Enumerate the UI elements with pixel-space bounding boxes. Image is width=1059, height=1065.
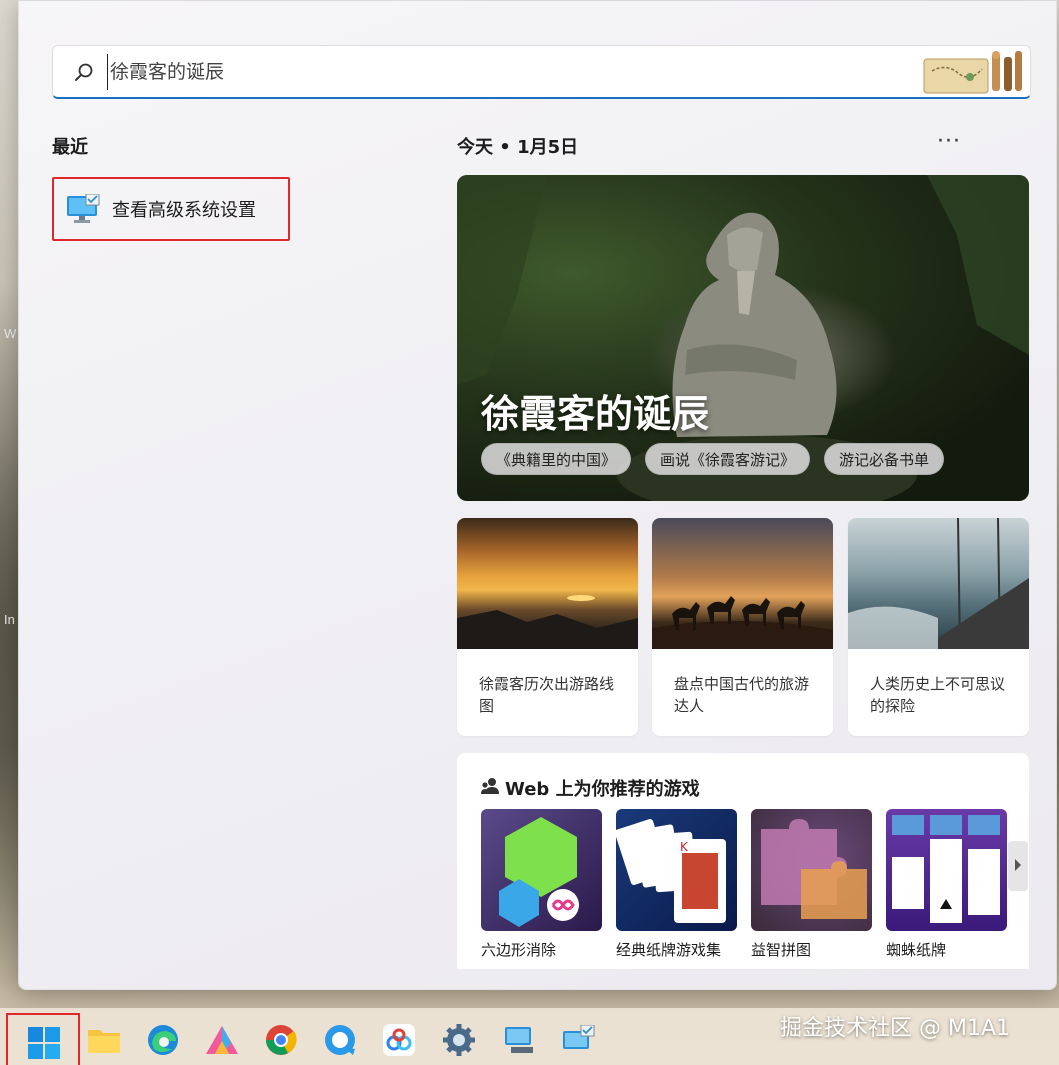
game-name: 蜘蛛纸牌 bbox=[886, 941, 947, 959]
recent-title: 最近 bbox=[52, 137, 88, 158]
today-label: 今天 bbox=[457, 137, 493, 158]
game-tile[interactable]: 六边形消除 bbox=[481, 809, 602, 960]
system-properties-icon[interactable] bbox=[560, 1022, 596, 1058]
spider-solitaire-image bbox=[886, 809, 1007, 931]
card-caption: 人类历史上不可思议的探险 bbox=[870, 675, 1006, 715]
game-tile[interactable]: 益智拼图 bbox=[751, 809, 872, 960]
chrome-icon[interactable] bbox=[263, 1022, 299, 1058]
edge-beta-icon[interactable] bbox=[322, 1022, 358, 1058]
solitaire-game-image: K bbox=[616, 809, 737, 931]
news-card[interactable]: 人类历史上不可思议的探险 bbox=[848, 518, 1029, 736]
hero-chips: 《典籍里的中国》 画说《徐霞客游记》 游记必备书单 bbox=[481, 443, 945, 475]
settings-icon[interactable] bbox=[441, 1022, 477, 1058]
sunset-mountain-image bbox=[457, 518, 638, 649]
card-caption: 徐霞客历次出游路线图 bbox=[479, 675, 615, 715]
file-explorer-icon[interactable] bbox=[86, 1022, 122, 1058]
games-title-text: Web 上为你推荐的游戏 bbox=[505, 779, 700, 800]
news-card[interactable]: 盘点中国古代的旅游达人 bbox=[652, 518, 833, 736]
desktop-edge-text: W bbox=[4, 326, 17, 341]
game-tile[interactable]: 蜘蛛纸牌 bbox=[886, 809, 1007, 960]
desktop-edge-text: In bbox=[4, 612, 15, 627]
more-options-button[interactable]: ··· bbox=[937, 129, 961, 154]
news-card[interactable]: 徐霞客历次出游路线图 bbox=[457, 518, 638, 736]
svg-text:K: K bbox=[680, 840, 689, 854]
edge-icon[interactable] bbox=[145, 1022, 181, 1058]
game-tile[interactable]: K 经典纸牌游戏集 bbox=[616, 809, 737, 960]
start-button[interactable] bbox=[6, 1013, 80, 1065]
hero-chip[interactable]: 画说《徐霞客游记》 bbox=[645, 443, 811, 475]
next-button[interactable] bbox=[1008, 841, 1028, 891]
computer-icon[interactable] bbox=[500, 1022, 536, 1058]
today-header: 今天 • 1月5日 bbox=[457, 133, 578, 159]
today-date: 1月5日 bbox=[517, 137, 579, 158]
start-menu: 最近 查看高级系统设置 今天 • 1月5日 ··· bbox=[18, 0, 1057, 990]
hero-chip[interactable]: 游记必备书单 bbox=[824, 443, 945, 475]
recommended-games-panel: Web 上为你推荐的游戏 六边形消除 K 经典纸牌游戏集 益智拼图 蜘蛛纸牌 bbox=[457, 753, 1029, 969]
search-input[interactable] bbox=[107, 53, 867, 90]
recent-item-label: 查看高级系统设置 bbox=[112, 200, 256, 221]
azure-data-studio-icon[interactable] bbox=[204, 1022, 240, 1058]
sailing-ship-image bbox=[848, 518, 1029, 650]
watermark: 掘金技术社区 @ M1A1 bbox=[780, 1016, 1011, 1041]
search-box[interactable] bbox=[52, 45, 1031, 99]
games-title: Web 上为你推荐的游戏 bbox=[481, 775, 700, 801]
hero-title: 徐霞客的诞辰 bbox=[481, 392, 710, 436]
today-separator: • bbox=[499, 137, 518, 158]
monitor-settings-icon bbox=[66, 193, 100, 224]
baidu-netdisk-icon[interactable] bbox=[381, 1022, 417, 1058]
chevron-right-icon bbox=[1013, 857, 1023, 876]
hero-chip[interactable]: 《典籍里的中国》 bbox=[481, 443, 632, 475]
hexagon-game-image bbox=[481, 809, 602, 931]
game-name: 经典纸牌游戏集 bbox=[616, 941, 722, 959]
treasure-map-illustration bbox=[922, 49, 1026, 95]
jigsaw-puzzle-image bbox=[751, 809, 872, 931]
card-caption: 盘点中国古代的旅游达人 bbox=[674, 675, 810, 715]
camel-caravan-image bbox=[652, 518, 833, 649]
game-name: 六边形消除 bbox=[481, 941, 557, 959]
hero-card[interactable]: 徐霞客的诞辰 《典籍里的中国》 画说《徐霞客游记》 游记必备书单 bbox=[457, 175, 1029, 501]
recent-item-advanced-system-settings[interactable]: 查看高级系统设置 bbox=[52, 177, 290, 241]
games-people-icon bbox=[481, 777, 499, 800]
search-icon bbox=[73, 61, 95, 83]
game-name: 益智拼图 bbox=[751, 941, 812, 959]
windows-start-icon bbox=[28, 1027, 60, 1063]
